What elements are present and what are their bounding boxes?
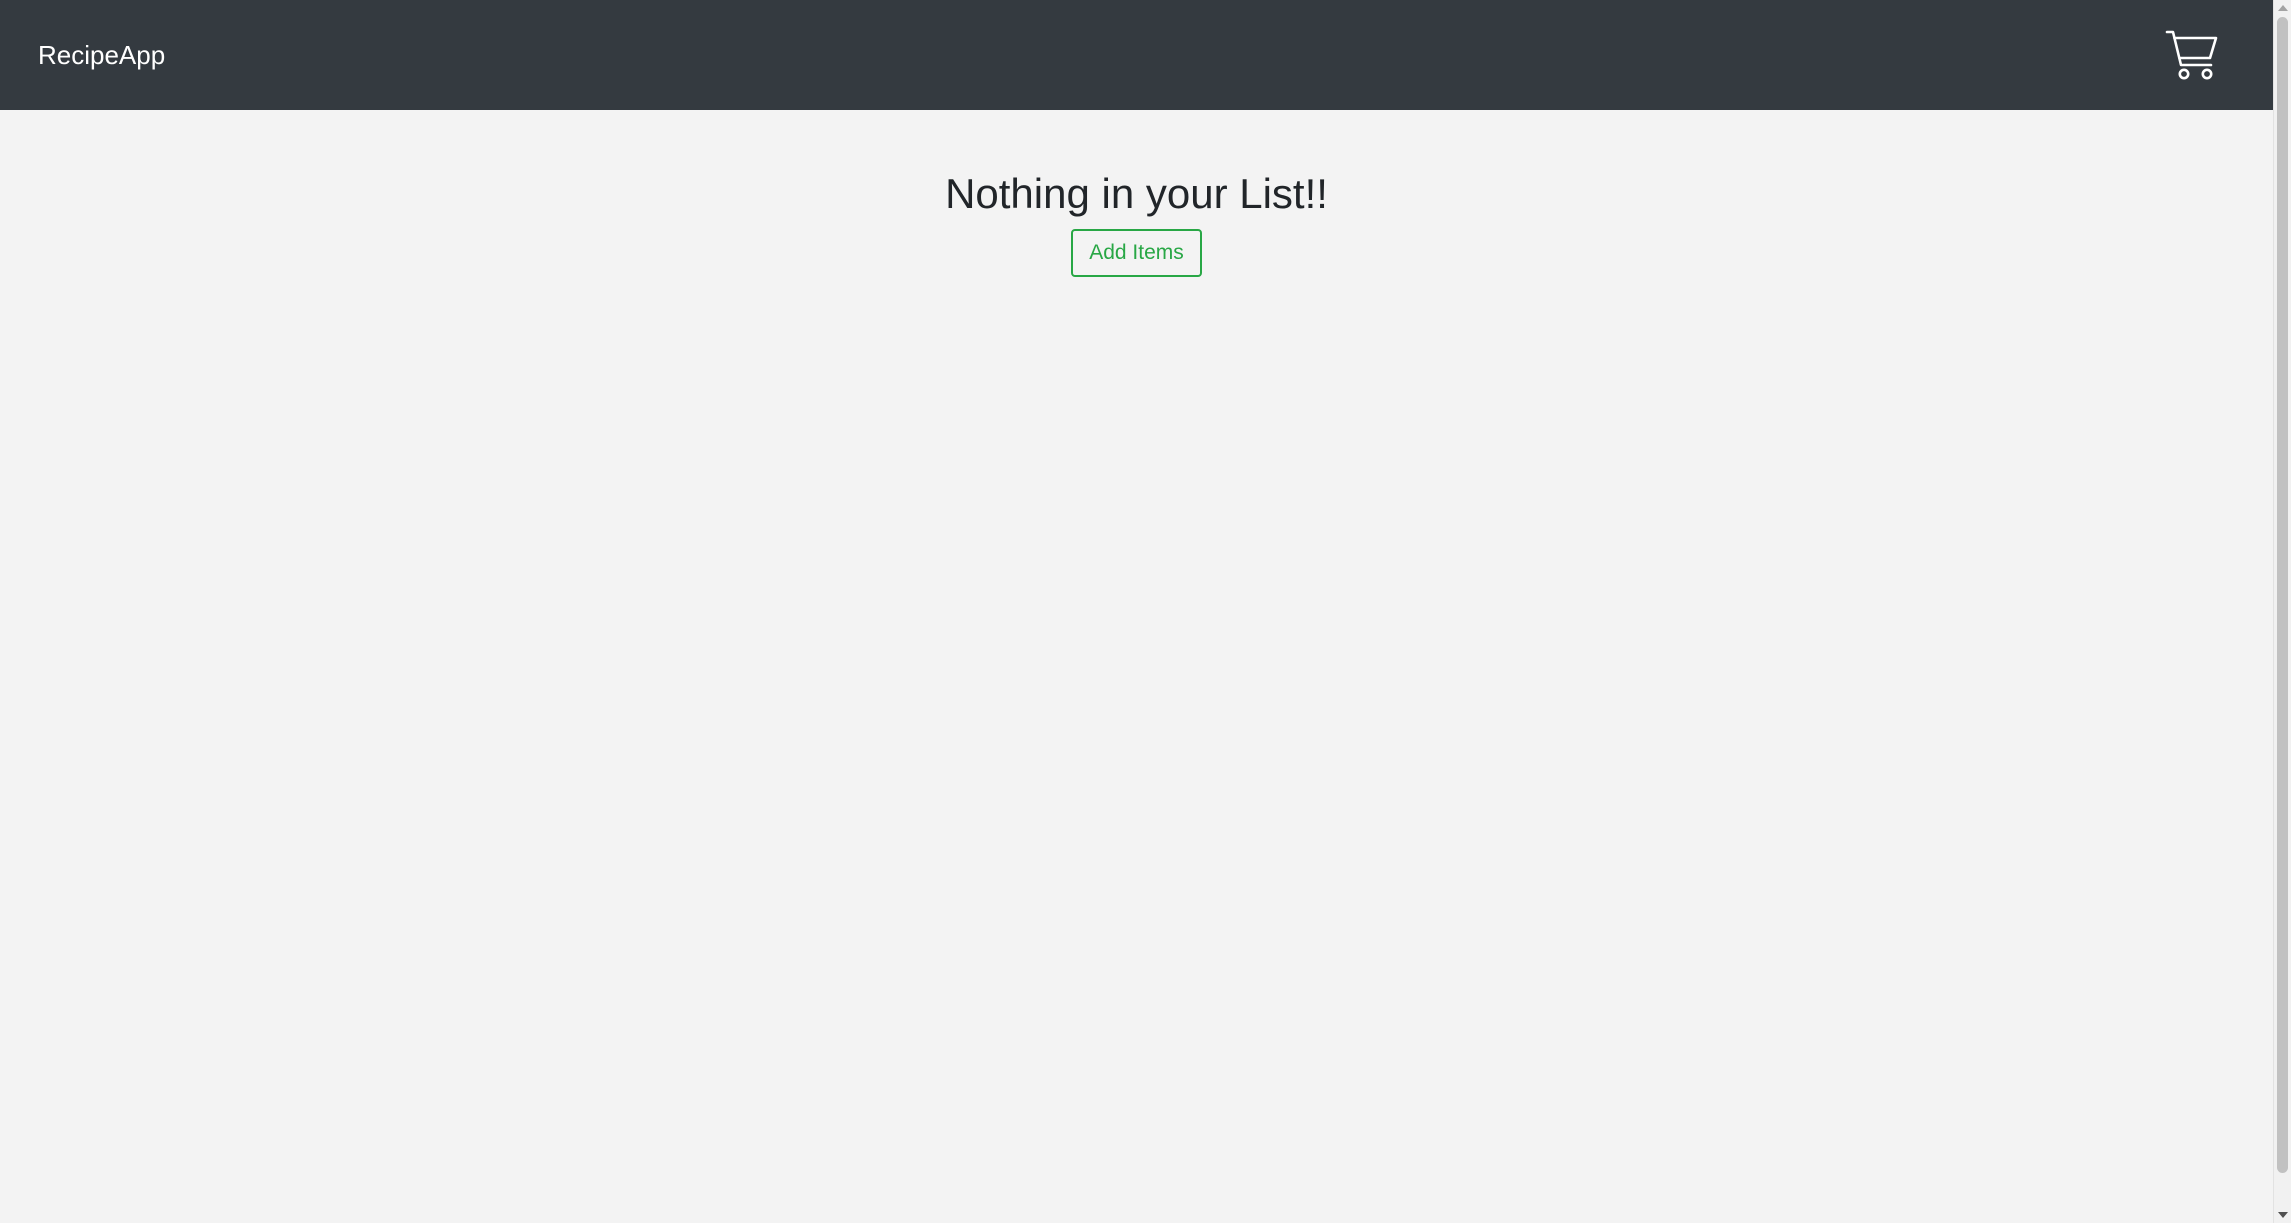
- scrollbar-thumb[interactable]: [2277, 17, 2288, 1173]
- vertical-scrollbar[interactable]: [2273, 0, 2291, 1223]
- main-content: Nothing in your List!! Add Items: [0, 110, 2273, 1223]
- shopping-cart-icon[interactable]: [2165, 29, 2219, 81]
- scroll-up-arrow-icon[interactable]: [2278, 5, 2288, 11]
- add-items-button[interactable]: Add Items: [1071, 229, 1202, 278]
- navbar: RecipeApp: [0, 0, 2273, 110]
- empty-list-state: Nothing in your List!! Add Items: [0, 110, 2273, 278]
- empty-list-heading: Nothing in your List!!: [945, 170, 1328, 217]
- scroll-down-arrow-icon[interactable]: [2278, 1212, 2288, 1218]
- brand-link[interactable]: RecipeApp: [38, 40, 165, 71]
- page: RecipeApp Nothing in your List!! Add Ite…: [0, 0, 2291, 1223]
